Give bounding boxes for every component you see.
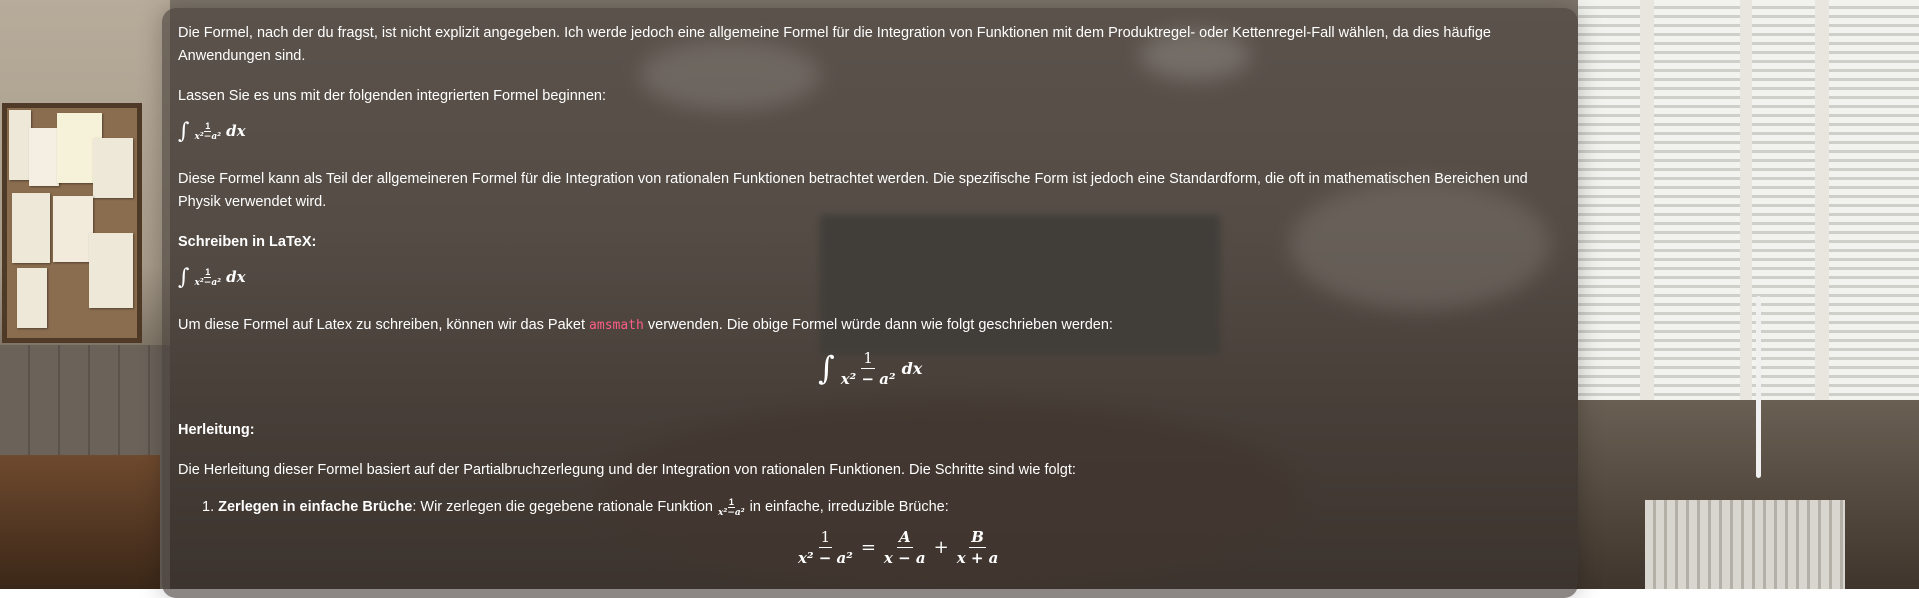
formula-denominator: x²−a²	[194, 132, 222, 142]
formula-numerator: 1	[204, 267, 212, 278]
description-text: Diese Formel kann als Teil der allgemein…	[178, 171, 1528, 187]
cork-board	[2, 103, 142, 343]
a-denominator: x − a	[883, 549, 926, 567]
scrollbar[interactable]	[1756, 296, 1761, 478]
inline-formula: ∫ 1 x²−a² dx	[178, 120, 246, 150]
derivation-heading: Herleitung:	[178, 422, 255, 438]
lhs-denominator: x² − a²	[798, 549, 853, 567]
display-integral-sign: ∫	[818, 349, 835, 387]
display-differential: dx	[901, 359, 923, 378]
display-denominator: x² − a²	[840, 370, 896, 388]
chair	[0, 455, 160, 589]
step-fraction-numerator: 1	[727, 496, 735, 508]
lhs-numerator: 1	[818, 528, 833, 548]
description-text-cont: Physik verwendet wird.	[178, 194, 327, 210]
package-code: amsmath	[589, 318, 644, 333]
formula-denominator: x²−a²	[194, 278, 222, 288]
step-number: 1.	[202, 499, 215, 515]
step-text-after: in einfache, irreduzible Brüche:	[749, 499, 949, 515]
formula-differential: dx	[226, 268, 246, 286]
plus-sign: +	[933, 537, 949, 558]
display-formula: ∫ 1 x² − a² dx	[818, 348, 922, 389]
step-fraction: 1 x²−a²	[717, 497, 746, 518]
lead-text: Lassen Sie es uns mit der folgenden inte…	[178, 88, 607, 104]
display-fraction: 1 x² − a²	[839, 348, 898, 389]
intro-text: Die Formel, nach der du fragst, ist nich…	[178, 25, 1491, 41]
formula-fraction: 1 x²−a²	[194, 121, 223, 142]
intro-text-cont: Anwendungen sind.	[178, 48, 306, 64]
lhs-fraction: 1 x² − a²	[796, 527, 855, 568]
a-fraction: A x − a	[882, 527, 928, 568]
b-fraction: B x + a	[955, 527, 1001, 568]
step-item: 1. Zerlegen in einfache Brüche: Wir zerl…	[202, 496, 949, 519]
latex-text-before: Um diese Formel auf Latex zu schreiben, …	[178, 317, 586, 333]
formula-numerator: 1	[204, 121, 212, 132]
inline-formula-2: ∫ 1 x²−a² dx	[178, 266, 246, 296]
integral-sign: ∫	[178, 119, 190, 144]
latex-text: Um diese Formel auf Latex zu schreiben, …	[178, 314, 1113, 337]
step-fraction-denominator: x²−a²	[718, 507, 745, 518]
derivation-text: Die Herleitung dieser Formel basiert auf…	[178, 462, 1076, 478]
b-numerator: B	[969, 528, 986, 548]
partial-fraction-equation: 1 x² − a² = A x − a + B x + a	[796, 527, 1000, 568]
display-numerator: 1	[861, 349, 875, 369]
latex-text-after: verwenden. Die obige Formel würde dann w…	[647, 317, 1113, 333]
radiator	[1645, 500, 1845, 589]
formula-differential: dx	[226, 122, 246, 140]
formula-fraction: 1 x²−a²	[194, 267, 223, 288]
step-title: Zerlegen in einfache Brüche	[218, 499, 413, 515]
a-numerator: A	[896, 528, 913, 548]
b-denominator: x + a	[956, 549, 999, 567]
latex-heading: Schreiben in LaTeX:	[178, 234, 317, 250]
integral-sign: ∫	[178, 265, 190, 290]
step-text-before: : Wir zerlegen die gegebene rationale Fu…	[412, 499, 713, 515]
equals-sign: =	[860, 537, 876, 558]
